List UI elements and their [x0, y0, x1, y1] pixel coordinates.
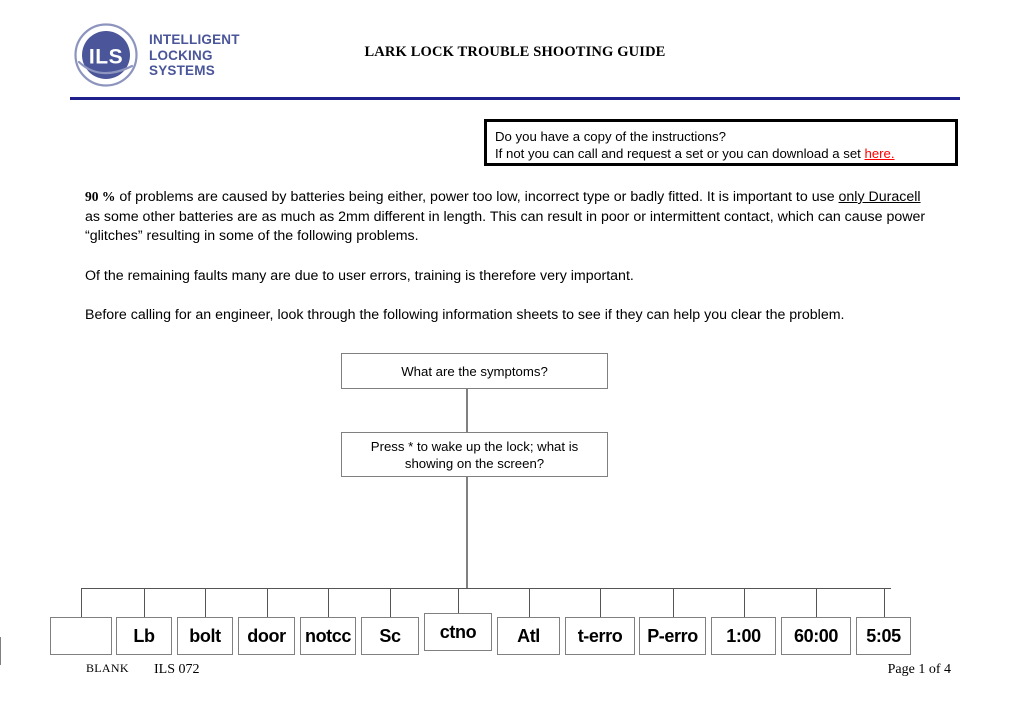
flow-terminal-5-05[interactable]: 5:05: [856, 617, 911, 655]
footer-document-code: ILS 072: [154, 662, 200, 677]
page-header: ILS INTELLIGENT LOCKING SYSTEMS LARK LOC…: [0, 0, 1020, 105]
connector-press-to-bus: [466, 477, 468, 588]
instructions-download-line: If not you can call and request a set or…: [495, 145, 955, 162]
download-here-link[interactable]: here.: [864, 146, 894, 161]
flow-terminal-atl[interactable]: Atl: [497, 617, 560, 655]
instructions-question: Do you have a copy of the instructions?: [495, 129, 726, 144]
flow-terminal-label: 5:05: [866, 626, 901, 646]
flow-terminal-lb[interactable]: Lb: [116, 617, 172, 655]
paragraph-batteries-part2: as some other batteries are as much as 2…: [85, 208, 926, 245]
flow-terminal-door[interactable]: door: [238, 617, 295, 655]
flow-terminal-60-00[interactable]: 60:00: [781, 617, 851, 655]
flowchart-drop-leg: [458, 588, 459, 613]
flow-terminal-label: Lb: [133, 626, 155, 646]
instructions-download-text: If not you can call and request a set or…: [495, 146, 865, 161]
flow-terminal-label: t-erro: [577, 626, 623, 646]
flow-terminal-label: notcc: [304, 626, 351, 646]
flow-terminal-sc[interactable]: Sc: [361, 617, 419, 655]
scan-edge-artifact: [0, 637, 1, 665]
footer-blank-label: BLANK: [86, 661, 129, 675]
flow-terminal-label: 60:00: [793, 626, 839, 646]
flow-terminal-label: P-erro: [647, 626, 698, 646]
flow-terminal-label: Atl: [517, 626, 540, 646]
flowchart-drop-leg: [600, 588, 601, 617]
troubleshooting-flowchart: What are the symptoms? Press * to wake u…: [0, 0, 1020, 720]
connector-symptoms-to-press: [466, 389, 468, 432]
flow-terminal-label: Sc: [379, 626, 401, 646]
flow-terminal-label: 1:00: [726, 626, 761, 646]
flow-terminal-bolt[interactable]: bolt: [177, 617, 233, 655]
flow-terminal-ctno[interactable]: ctno: [424, 613, 492, 651]
flow-terminal-blank[interactable]: [50, 617, 112, 655]
flow-terminal-label: ctno: [439, 622, 477, 642]
flow-terminal-t-erro[interactable]: t-erro: [565, 617, 635, 655]
percent-emphasis: 90 %: [85, 189, 116, 204]
footer-page-number: Page 1 of 4: [887, 662, 951, 677]
flow-terminal-notcc[interactable]: notcc: [300, 617, 356, 655]
paragraph-before-calling: Before calling for an engineer, look thr…: [85, 307, 845, 323]
paragraph-batteries-part1: of problems are caused by batteries bein…: [115, 189, 839, 205]
instructions-callout-box: Do you have a copy of the instructions? …: [484, 119, 958, 166]
flowchart-drop-leg: [328, 588, 329, 617]
flowchart-bus-line: [82, 588, 891, 589]
paragraph-batteries: 90 % of problems are caused by batteries…: [85, 187, 930, 247]
wordmark-line-3: SYSTEMS: [149, 63, 215, 79]
flowchart-drop-leg: [266, 588, 268, 617]
flow-node-press-star[interactable]: Press * to wake up the lock; what is sho…: [341, 432, 608, 477]
flow-node-symptoms[interactable]: What are the symptoms?: [341, 353, 608, 389]
flow-terminal-p-erro[interactable]: P-erro: [639, 617, 706, 655]
flowchart-drop-leg: [883, 588, 885, 617]
flowchart-drop-leg: [528, 588, 530, 617]
flowchart-drop-leg: [743, 588, 745, 617]
flowchart-drop-leg: [81, 588, 82, 617]
flow-terminal-label: door: [247, 626, 286, 646]
paragraph-user-errors: Of the remaining faults many are due to …: [85, 267, 634, 284]
only-duracell-emphasis: only Duracell: [838, 189, 921, 205]
flowchart-drop-leg: [816, 588, 817, 617]
flow-terminal-1-00[interactable]: 1:00: [711, 617, 776, 655]
flowchart-drop-leg: [144, 588, 145, 617]
flowchart-drop-leg: [672, 588, 674, 617]
flow-terminal-label: bolt: [189, 626, 221, 646]
header-divider: [70, 97, 960, 100]
page-title: LARK LOCK TROUBLE SHOOTING GUIDE: [364, 44, 666, 60]
flowchart-drop-leg: [390, 588, 391, 617]
flowchart-drop-leg: [205, 588, 206, 617]
body-copy: 90 % of problems are caused by batteries…: [85, 187, 930, 326]
